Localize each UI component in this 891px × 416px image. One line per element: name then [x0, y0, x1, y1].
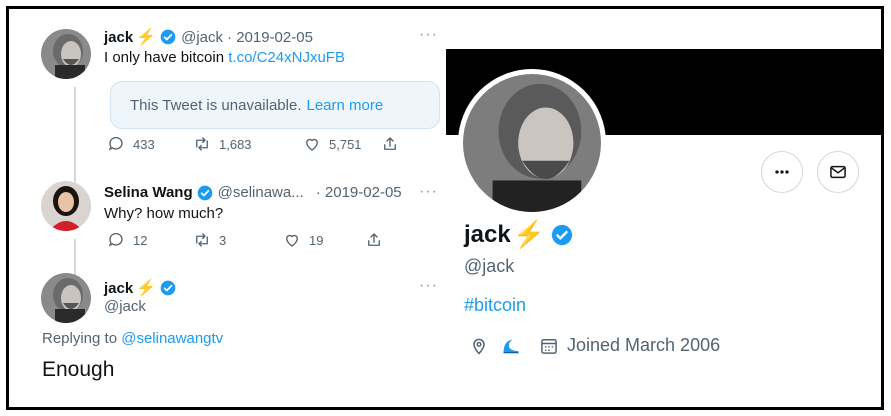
screenshot-frame: jack ⚡ @jack · 2019-02-05 ··· I only hav…	[6, 6, 884, 410]
avatar-selina[interactable]	[41, 181, 91, 231]
like-button[interactable]: 19	[283, 231, 365, 249]
like-icon	[286, 234, 298, 247]
reply-count: 433	[133, 136, 155, 152]
profile-bio-hashtag[interactable]: #bitcoin	[464, 295, 526, 316]
bolt-emoji: ⚡	[512, 219, 546, 249]
replying-to-handle[interactable]: @selinawangtv	[121, 330, 223, 347]
like-icon	[306, 138, 318, 151]
replying-to: Replying to @selinawangtv	[42, 330, 223, 347]
thread-connector	[74, 87, 76, 182]
tweet2-actions: 12 3 19	[107, 231, 391, 249]
retweet-count: 3	[219, 232, 227, 248]
message-button[interactable]	[817, 151, 859, 193]
message-icon	[830, 165, 846, 179]
share-icon	[384, 137, 396, 150]
quoted-tweet-unavailable: This Tweet is unavailable. Learn more	[110, 81, 440, 129]
profile-name-row: jack ⚡	[464, 219, 573, 250]
retweet-icon	[196, 233, 208, 247]
bolt-emoji: ⚡	[136, 280, 157, 297]
tweet2-author-name[interactable]: Selina Wang	[104, 184, 193, 201]
tweet1-link[interactable]: t.co/C24xNJxuFB	[228, 49, 345, 66]
verified-icon	[197, 185, 212, 200]
profile-avatar[interactable]	[458, 69, 606, 217]
tweet3-text: Enough	[42, 358, 115, 381]
tweet2-date[interactable]: · 2019-02-05	[316, 184, 402, 201]
avatar-jack[interactable]	[41, 29, 91, 79]
tweet3-author-name[interactable]: jack	[104, 280, 133, 297]
calendar-icon	[541, 338, 557, 354]
verified-icon[interactable]	[551, 224, 573, 246]
more-icon	[775, 170, 789, 174]
profile-meta: Joined March 2006	[469, 335, 720, 356]
learn-more-link[interactable]: Learn more	[306, 97, 383, 114]
bolt-emoji: ⚡	[136, 29, 157, 46]
share-icon	[368, 233, 380, 246]
more-options-button[interactable]	[761, 151, 803, 193]
tweet2-header: Selina Wang @selinawa... · 2019-02-05	[104, 184, 402, 201]
profile-avatar-image	[463, 74, 601, 212]
tweet1-text-row: I only have bitcoin t.co/C24xNJxuFB	[104, 49, 345, 66]
retweet-button[interactable]: 3	[193, 231, 283, 249]
tweet2-handle[interactable]: @selinawa...	[218, 184, 304, 201]
verified-icon	[160, 29, 176, 45]
avatar-selina-image	[41, 181, 91, 231]
tweet3-header: jack ⚡	[104, 278, 176, 298]
retweet-button[interactable]: 1,683	[193, 135, 303, 153]
location-icon	[473, 338, 485, 355]
tweet1-date[interactable]: · 2019-02-05	[227, 29, 313, 46]
retweet-icon	[196, 137, 208, 151]
profile-joined-date: Joined March 2006	[567, 335, 721, 355]
tweet1-author-name[interactable]: jack	[104, 29, 133, 46]
avatar-jack-image	[41, 29, 91, 79]
avatar-jack[interactable]	[41, 273, 91, 323]
tweet1-text: I only have bitcoin	[104, 49, 225, 66]
verified-icon	[160, 280, 176, 296]
reply-count: 12	[133, 232, 148, 248]
reply-icon	[108, 232, 123, 247]
reply-button[interactable]: 433	[107, 135, 193, 153]
thread-connector	[74, 239, 76, 275]
tweet1-actions: 433 1,683 5,751	[107, 135, 407, 153]
tweet2-text: Why? how much?	[104, 205, 224, 222]
more-icon[interactable]: ···	[419, 277, 438, 295]
profile-name: jack	[464, 220, 511, 248]
more-icon[interactable]: ···	[419, 26, 438, 44]
more-icon[interactable]: ···	[419, 183, 438, 201]
tweet1-handle[interactable]: @jack	[181, 29, 223, 46]
like-button[interactable]: 5,751	[303, 135, 381, 153]
reply-button[interactable]: 12	[107, 231, 193, 249]
replying-prefix: Replying to	[42, 330, 118, 347]
share-button[interactable]	[381, 135, 407, 153]
retweet-count: 1,683	[219, 136, 252, 152]
like-count: 19	[309, 232, 324, 248]
tweet3-handle[interactable]: @jack	[104, 298, 146, 315]
tweet1-header: jack ⚡ @jack · 2019-02-05	[104, 27, 313, 47]
like-count: 5,751	[329, 136, 362, 152]
reply-icon	[108, 136, 123, 151]
share-button[interactable]	[365, 231, 391, 249]
profile-handle: @jack	[464, 256, 515, 276]
avatar-jack-image	[41, 273, 91, 323]
wave-icon	[503, 338, 519, 353]
quote-unavailable-text: This Tweet is unavailable.	[130, 96, 302, 114]
